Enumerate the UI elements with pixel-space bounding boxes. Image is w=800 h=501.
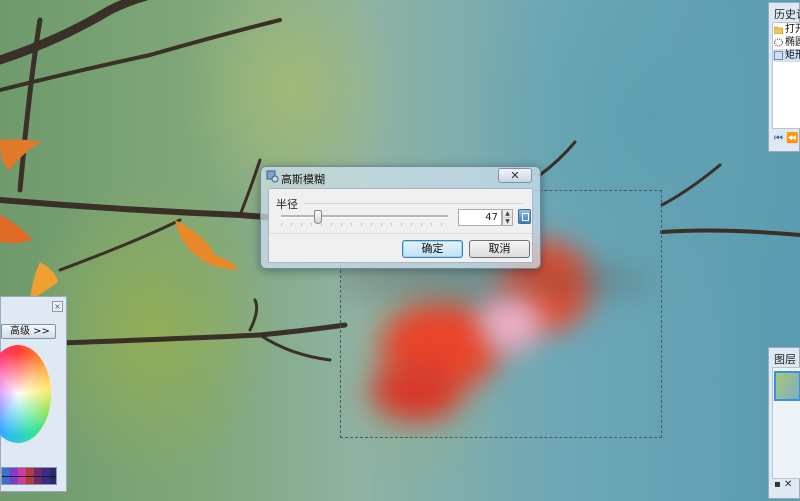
slider-ticks: [281, 223, 448, 226]
dialog-body: 半径 47 ▲ ▼ 确定 取消: [268, 188, 533, 263]
layer-buttons[interactable]: ▪ ✕: [774, 479, 792, 490]
history-item-label: 椭圆: [785, 37, 800, 48]
layers-panel: 图层 ▪ ✕: [768, 347, 800, 499]
spin-up-icon[interactable]: ▲: [503, 210, 512, 217]
close-button[interactable]: ✕: [498, 168, 532, 183]
rect-select-icon: [774, 51, 783, 60]
history-item[interactable]: 矩形: [773, 49, 800, 62]
advanced-button[interactable]: 高级 >>: [1, 324, 56, 339]
history-item-label: 打开: [785, 24, 800, 35]
spin-down-icon[interactable]: ▼: [503, 217, 512, 225]
dialog-title: 高斯模糊: [281, 173, 325, 186]
radius-spinner[interactable]: ▲ ▼: [502, 209, 513, 226]
history-item[interactable]: 打开: [773, 23, 800, 36]
history-panel-title: 历史记: [774, 8, 800, 21]
history-item[interactable]: 椭圆: [773, 36, 800, 49]
history-nav-buttons[interactable]: ⏮ ⏪: [774, 133, 799, 144]
radius-label: 半径: [276, 198, 298, 211]
color-swatches[interactable]: [1, 467, 57, 485]
radius-slider-track[interactable]: [281, 215, 448, 218]
history-item-label: 矩形: [785, 50, 800, 61]
color-panel: × 高级 >>: [0, 296, 67, 492]
preview-toggle-button[interactable]: [518, 209, 531, 224]
layers-panel-title: 图层: [774, 353, 796, 366]
history-list: 打开 椭圆 矩形: [772, 22, 800, 129]
group-divider: [304, 203, 524, 204]
layer-thumbnail[interactable]: [774, 371, 800, 401]
radius-input[interactable]: 47: [458, 209, 502, 226]
filter-icon: [266, 170, 279, 183]
color-wheel[interactable]: [0, 345, 51, 443]
gaussian-blur-dialog: 高斯模糊 ✕ 半径 47 ▲ ▼ 确定 取消: [260, 166, 541, 269]
close-icon[interactable]: ×: [52, 301, 63, 312]
history-panel: 历史记 打开 椭圆 矩形 ⏮ ⏪: [768, 2, 800, 152]
cancel-button[interactable]: 取消: [469, 240, 530, 258]
ok-button[interactable]: 确定: [402, 240, 463, 258]
folder-icon: [774, 26, 783, 34]
radius-slider-thumb[interactable]: [313, 210, 322, 224]
ellipse-select-icon: [774, 38, 783, 47]
button-divider: [269, 233, 532, 234]
